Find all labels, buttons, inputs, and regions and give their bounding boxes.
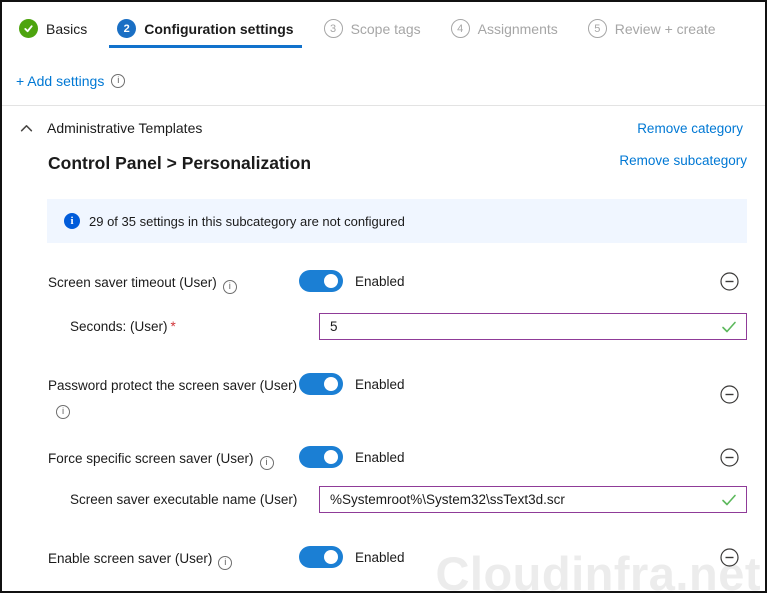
step-number-badge: 4: [450, 19, 470, 38]
step-label: Review + create: [614, 20, 716, 37]
info-banner: i 29 of 35 settings in this subcategory …: [47, 199, 747, 243]
step-number-badge: 2: [117, 19, 137, 38]
setting-info-icon[interactable]: i: [56, 405, 70, 419]
toggle-state-label: Enabled: [355, 550, 405, 565]
child-setting-row: Screen saver executable name (User): [2, 486, 765, 513]
setting-info-icon[interactable]: i: [259, 456, 274, 470]
toggle-state-label: Enabled: [355, 274, 405, 289]
tab-assignments[interactable]: 4 Assignments: [443, 19, 566, 48]
setting-label-text: Force specific screen saver (User): [48, 451, 254, 466]
setting-label: Enable screen saver (User) i: [48, 546, 299, 570]
child-setting-label: Seconds: (User) *: [70, 319, 319, 334]
setting-info-icon[interactable]: i: [222, 280, 237, 294]
remove-setting-icon[interactable]: [720, 548, 739, 570]
password-protect-toggle[interactable]: [299, 373, 343, 395]
remove-category-link[interactable]: Remove category: [637, 121, 743, 136]
setting-row: Password protect the screen saver (User)…: [2, 373, 765, 419]
setting-label-text: Enable screen saver (User): [48, 551, 213, 566]
force-screen-saver-toggle[interactable]: [299, 446, 343, 468]
toggle-knob: [324, 274, 338, 288]
tab-review-create[interactable]: 5 Review + create: [580, 19, 724, 48]
setting-label: Force specific screen saver (User) i: [48, 446, 299, 470]
step-label: Assignments: [477, 20, 558, 37]
required-marker: *: [170, 319, 176, 334]
step-label: Configuration settings: [144, 20, 294, 37]
info-banner-text: 29 of 35 settings in this subcategory ar…: [89, 213, 405, 229]
setting-row: Screen saver timeout (User) i Enabled: [2, 270, 765, 294]
executable-name-input-field[interactable]: [330, 492, 721, 507]
screen-saver-timeout-toggle[interactable]: [299, 270, 343, 292]
step-number-badge: 3: [323, 19, 343, 38]
seconds-input-field[interactable]: [330, 319, 721, 334]
setting-row: Force specific screen saver (User) i Enab…: [2, 446, 765, 470]
setting-row: Enable screen saver (User) i Enabled: [2, 546, 765, 570]
toggle-knob: [324, 550, 338, 564]
setting-label-text: Password protect the screen saver (User): [48, 378, 298, 393]
setting-info-icon[interactable]: i: [218, 556, 233, 570]
setting-label: Password protect the screen saver (User)…: [48, 373, 299, 419]
tab-basics[interactable]: Basics: [11, 19, 95, 48]
remove-setting-icon[interactable]: [720, 272, 739, 294]
child-label-text: Screen saver executable name (User): [70, 492, 298, 507]
add-settings-info-icon[interactable]: i: [111, 74, 126, 88]
category-title: Administrative Templates: [47, 120, 203, 136]
setting-label-text: Screen saver timeout (User): [48, 275, 217, 290]
setting-label: Screen saver timeout (User) i: [48, 270, 299, 294]
collapse-chevron-up-icon[interactable]: [20, 122, 33, 135]
toggle-knob: [324, 377, 338, 391]
tab-scope-tags[interactable]: 3 Scope tags: [316, 19, 429, 48]
valid-check-icon: [721, 320, 737, 334]
wizard-steps: Basics 2 Configuration settings 3 Scope …: [2, 2, 765, 48]
info-banner-icon: i: [64, 213, 80, 229]
step-label: Basics: [46, 20, 88, 37]
enable-screen-saver-toggle[interactable]: [299, 546, 343, 568]
remove-subcategory-link[interactable]: Remove subcategory: [619, 153, 747, 168]
seconds-input: [319, 313, 747, 340]
toggle-state-label: Enabled: [355, 450, 405, 465]
toggle-state-label: Enabled: [355, 377, 405, 392]
remove-setting-icon[interactable]: [720, 385, 739, 407]
child-setting-row: Seconds: (User) *: [2, 313, 765, 340]
step-label: Scope tags: [350, 20, 421, 37]
child-label-text: Seconds: (User): [70, 319, 168, 334]
toggle-knob: [324, 450, 338, 464]
step-number-badge: 5: [587, 19, 607, 38]
executable-name-input: [319, 486, 747, 513]
remove-setting-icon[interactable]: [720, 448, 739, 470]
add-settings-link[interactable]: + Add settings: [16, 73, 104, 89]
subcategory-title: Control Panel > Personalization: [48, 153, 312, 173]
child-setting-label: Screen saver executable name (User): [70, 492, 319, 507]
valid-check-icon: [721, 493, 737, 507]
step-complete-check-icon: [19, 19, 38, 38]
tab-configuration-settings[interactable]: 2 Configuration settings: [109, 19, 302, 48]
section-divider: [2, 105, 765, 106]
